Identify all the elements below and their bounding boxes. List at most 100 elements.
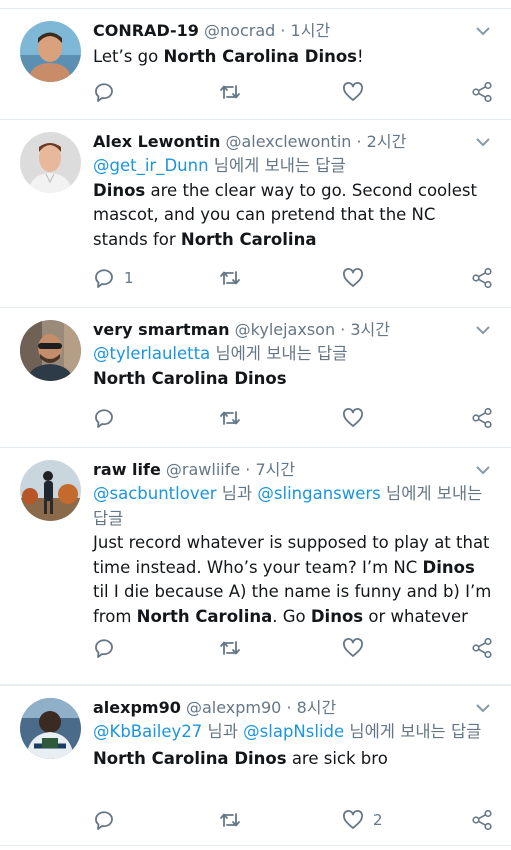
reply-icon xyxy=(93,809,115,831)
retweet-button[interactable] xyxy=(218,404,242,432)
reply-context-joiner: 님과 xyxy=(216,484,258,503)
timestamp[interactable]: · 7시간 xyxy=(245,460,295,479)
handle[interactable]: @nocrad xyxy=(204,21,275,40)
share-button[interactable] xyxy=(471,634,493,662)
tweet-actions xyxy=(93,634,493,662)
chevron-down-icon[interactable] xyxy=(473,322,493,338)
tweet[interactable]: raw life @rawliife · 7시간 @sacbuntlover 님… xyxy=(0,448,511,686)
retweet-button[interactable] xyxy=(218,264,242,292)
tweet-header: alexpm90 @alexpm90 · 8시간 xyxy=(93,696,493,720)
display-name[interactable]: CONRAD-19 xyxy=(93,21,199,40)
tweet[interactable]: Alex Lewontin @alexclewontin · 2시간 @get_… xyxy=(0,120,511,308)
tweet-actions: 2 xyxy=(93,806,493,834)
avatar[interactable] xyxy=(20,320,81,381)
reply-context: @KbBailey27 님과 @slapNslide 님에게 보내는 답글 xyxy=(93,720,493,745)
share-icon xyxy=(471,267,493,289)
share-icon xyxy=(471,407,493,429)
reply-context: @sacbuntlover 님과 @slinganswers 님에게 보내는 답… xyxy=(93,482,493,531)
tweet-header: Alex Lewontin @alexclewontin · 2시간 xyxy=(93,130,493,154)
reply-button[interactable] xyxy=(93,634,115,662)
handle[interactable]: @alexclewontin xyxy=(225,132,351,151)
timestamp[interactable]: · 2시간 xyxy=(357,132,407,151)
tweet-header: raw life @rawliife · 7시간 xyxy=(93,458,493,482)
timestamp[interactable]: · 3시간 xyxy=(340,320,390,339)
share-icon xyxy=(471,637,493,659)
tweet-text: Dinos are the clear way to go. Second co… xyxy=(93,180,477,249)
display-name[interactable]: alexpm90 xyxy=(93,698,181,717)
reply-icon xyxy=(93,637,115,659)
display-name[interactable]: very smartman xyxy=(93,320,230,339)
mention-link[interactable]: @sacbuntlover xyxy=(93,484,217,503)
timestamp[interactable]: · 1시간 xyxy=(280,21,330,40)
reply-button[interactable]: 1 xyxy=(93,264,134,292)
chevron-down-icon[interactable] xyxy=(473,134,493,150)
avatar[interactable] xyxy=(20,132,81,193)
reply-context-suffix: 님에게 보내는 답글 xyxy=(210,344,348,363)
reply-button[interactable] xyxy=(93,404,115,432)
tweet[interactable]: very smartman @kylejaxson · 3시간 @tylerla… xyxy=(0,308,511,448)
like-button[interactable] xyxy=(342,264,364,292)
share-icon xyxy=(471,809,493,831)
handle[interactable]: @kylejaxson xyxy=(235,320,335,339)
share-button[interactable] xyxy=(471,806,493,834)
retweet-icon xyxy=(218,81,242,103)
mention-link[interactable]: @KbBailey27 xyxy=(93,722,202,741)
retweet-icon xyxy=(218,637,242,659)
tweet-text: North Carolina Dinos are sick bro xyxy=(93,748,388,768)
avatar[interactable] xyxy=(20,698,81,759)
mention-link[interactable]: @tylerlauletta xyxy=(93,344,210,363)
reply-icon xyxy=(93,267,115,289)
reply-context-joiner: 님과 xyxy=(202,722,244,741)
like-icon xyxy=(342,637,364,659)
retweet-button[interactable] xyxy=(218,78,242,106)
like-button[interactable] xyxy=(342,634,364,662)
like-button[interactable] xyxy=(342,78,364,106)
reply-button[interactable] xyxy=(93,806,115,834)
mention-link[interactable]: @slinganswers xyxy=(257,484,380,503)
handle[interactable]: @alexpm90 xyxy=(186,698,281,717)
reply-count: 1 xyxy=(124,269,134,287)
like-count: 2 xyxy=(373,811,383,829)
reply-context-suffix: 님에게 보내는 답글 xyxy=(208,156,346,175)
tweet-text: Just record whatever is supposed to play… xyxy=(93,533,492,626)
tweet[interactable]: alexpm90 @alexpm90 · 8시간 @KbBailey27 님과 … xyxy=(0,686,511,846)
chevron-down-icon[interactable] xyxy=(473,462,493,478)
like-icon xyxy=(342,407,364,429)
like-button[interactable] xyxy=(342,404,364,432)
reply-context: @get_ir_Dunn 님에게 보내는 답글 xyxy=(93,154,493,179)
like-icon xyxy=(342,81,364,103)
chevron-down-icon[interactable] xyxy=(473,23,493,39)
display-name[interactable]: raw life xyxy=(93,460,161,479)
share-button[interactable] xyxy=(471,78,493,106)
tweet-text: North Carolina Dinos xyxy=(93,368,287,388)
share-button[interactable] xyxy=(471,264,493,292)
avatar[interactable] xyxy=(20,460,81,521)
retweet-button[interactable] xyxy=(218,634,242,662)
retweet-icon xyxy=(218,407,242,429)
chevron-down-icon[interactable] xyxy=(473,700,493,716)
tweet-header: CONRAD-19 @nocrad · 1시간 xyxy=(93,19,493,43)
like-icon xyxy=(342,267,364,289)
reply-icon xyxy=(93,81,115,103)
reply-icon xyxy=(93,407,115,429)
mention-link[interactable]: @get_ir_Dunn xyxy=(93,156,209,175)
display-name[interactable]: Alex Lewontin xyxy=(93,132,220,151)
tweet-actions: 1 xyxy=(93,264,493,292)
top-divider xyxy=(0,0,511,9)
reply-button[interactable] xyxy=(93,78,115,106)
tweet-header: very smartman @kylejaxson · 3시간 xyxy=(93,318,493,342)
mention-link[interactable]: @slapNslide xyxy=(243,722,344,741)
tweet[interactable]: CONRAD-19 @nocrad · 1시간 Let’s go North C… xyxy=(0,9,511,120)
share-button[interactable] xyxy=(471,404,493,432)
retweet-button[interactable] xyxy=(218,806,242,834)
reply-context-suffix: 님에게 보내는 답글 xyxy=(344,722,482,741)
like-icon xyxy=(342,809,364,831)
avatar[interactable] xyxy=(20,21,81,82)
handle[interactable]: @rawliife xyxy=(166,460,240,479)
reply-context: @tylerlauletta 님에게 보내는 답글 xyxy=(93,342,493,367)
like-button[interactable]: 2 xyxy=(342,806,383,834)
tweet-actions xyxy=(93,404,493,432)
timestamp[interactable]: · 8시간 xyxy=(286,698,336,717)
tweet-text: Let’s go North Carolina Dinos! xyxy=(93,47,364,66)
share-icon xyxy=(471,81,493,103)
